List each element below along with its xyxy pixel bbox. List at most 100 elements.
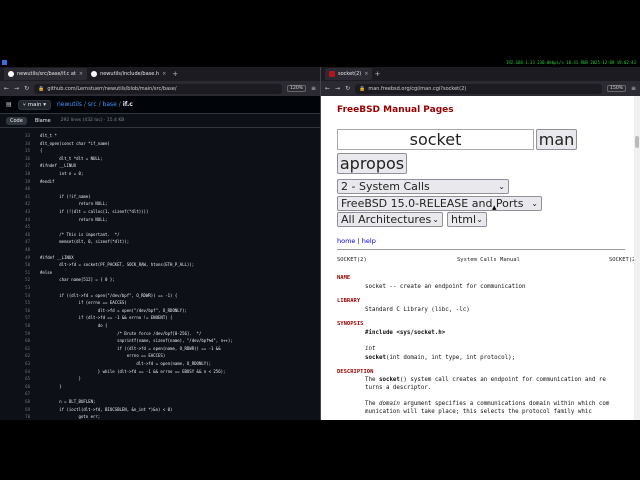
tab-label: socket(2) <box>338 71 362 77</box>
line-number[interactable]: 54 <box>14 292 30 300</box>
branch-selector[interactable]: ⑂ main ▾ <box>17 99 51 110</box>
line-number[interactable]: 66 <box>14 383 30 391</box>
scrollbar-thumb[interactable] <box>635 136 639 148</box>
home-link[interactable]: home <box>337 237 355 245</box>
code-text: return NULL; <box>40 216 108 222</box>
page-title[interactable]: FreeBSD Manual Pages <box>337 105 454 115</box>
blame-tab-button[interactable]: Blame <box>31 117 55 125</box>
line-number[interactable]: 57 <box>14 314 30 322</box>
tab-if-c[interactable]: newutils/src/base/if.c at × <box>4 68 88 80</box>
line-number[interactable]: 58 <box>14 322 30 330</box>
menu-icon[interactable]: ≡ <box>631 85 636 92</box>
man-header-center: System Calls Manual <box>457 257 520 263</box>
zoom-indicator[interactable]: 120% <box>287 85 306 92</box>
line-number[interactable]: 38 <box>14 170 30 178</box>
line-number[interactable]: 56 <box>14 307 30 315</box>
github-icon <box>91 71 98 77</box>
line-number[interactable]: 55 <box>14 299 30 307</box>
new-tab-icon[interactable]: + <box>172 70 178 78</box>
line-number[interactable]: 52 <box>14 276 30 284</box>
format-select[interactable]: html ⌄ <box>447 212 487 227</box>
line-number[interactable]: 62 <box>14 352 30 360</box>
forward-icon[interactable]: → <box>14 85 19 92</box>
back-icon[interactable]: ← <box>4 85 9 92</box>
menu-icon[interactable]: ≡ <box>311 85 316 92</box>
github-browser-window: newutils/src/base/if.c at × newutils/inc… <box>0 67 320 420</box>
section-select[interactable]: 2 - System Calls ⌄ <box>337 179 509 194</box>
line-number[interactable]: 59 <box>14 330 30 338</box>
address-bar[interactable]: 🔒 man.freebsd.org/cgi/man.cgi?socket(2) <box>355 83 603 94</box>
line-number[interactable]: 35 <box>14 147 30 155</box>
back-icon[interactable]: ← <box>325 85 330 92</box>
reload-icon[interactable]: ↻ <box>24 85 29 92</box>
system-top-bar: 192.168.1.33 230.0kbps/s 10.31 RUB 2025-… <box>0 0 640 67</box>
man-button[interactable]: man <box>536 129 577 150</box>
tab-base-h[interactable]: newutils/include/base.h × <box>87 68 170 80</box>
apropos-button[interactable]: apropos <box>337 153 407 174</box>
code-line: 55 if (errno == EACCES) <box>0 299 320 307</box>
arch-select[interactable]: All Architectures ⌄ <box>337 212 443 227</box>
line-number[interactable]: 33 <box>14 132 30 140</box>
help-link[interactable]: help <box>362 237 376 245</box>
workspace-indicator[interactable] <box>2 60 7 65</box>
synopsis-prototype: socket(int domain, int type, int protoco… <box>365 355 516 361</box>
line-number[interactable]: 36 <box>14 155 30 163</box>
line-number[interactable]: 43 <box>14 208 30 216</box>
breadcrumb-src[interactable]: src <box>88 101 97 108</box>
code-tab-button[interactable]: Code <box>6 116 27 125</box>
line-number[interactable]: 44 <box>14 216 30 224</box>
new-tab-icon[interactable]: + <box>374 70 380 78</box>
line-number[interactable]: 37 <box>14 162 30 170</box>
line-number[interactable]: 45 <box>14 223 30 231</box>
line-number[interactable]: 50 <box>14 261 30 269</box>
release-select[interactable]: FreeBSD 15.0-RELEASE and Ports ⌄ <box>337 196 542 211</box>
line-number[interactable]: 34 <box>14 140 30 148</box>
code-line: 33 dlt_t * <box>0 132 320 140</box>
line-number[interactable]: 49 <box>14 254 30 262</box>
tab-socket-2[interactable]: socket(2) × <box>325 68 373 80</box>
code-text: { <box>40 148 43 154</box>
breadcrumb-base[interactable]: base <box>103 101 117 108</box>
code-line: 61 if ((dlt->fd = open(name, O_RDWR)) ==… <box>0 345 320 353</box>
line-number[interactable]: 40 <box>14 185 30 193</box>
code-line: 37 #ifndef __LINUX <box>0 162 320 170</box>
vertical-scrollbar[interactable] <box>634 96 640 420</box>
zoom-indicator[interactable]: 150% <box>607 85 626 92</box>
line-number[interactable]: 51 <box>14 269 30 277</box>
code-line: 52 char name[512] = { 0 }; <box>0 276 320 284</box>
close-icon[interactable]: × <box>364 71 368 77</box>
line-number[interactable]: 63 <box>14 360 30 368</box>
sidebar-toggle-icon[interactable]: ▤ <box>6 101 12 108</box>
line-number[interactable]: 46 <box>14 231 30 239</box>
line-number[interactable]: 61 <box>14 345 30 353</box>
section-description-heading[interactable]: DESCRIPTION <box>337 369 373 375</box>
code-line: 66 } <box>0 383 320 391</box>
close-icon[interactable]: × <box>162 71 166 77</box>
tab-label: newutils/include/base.h <box>100 71 160 77</box>
line-number[interactable]: 69 <box>14 406 30 414</box>
line-number[interactable]: 60 <box>14 337 30 345</box>
line-number[interactable]: 48 <box>14 246 30 254</box>
section-library-heading[interactable]: LIBRARY <box>337 298 360 304</box>
section-synopsis-heading[interactable]: SYNOPSIS <box>337 321 364 327</box>
code-line: 54 if ((dlt->fd = open("/dev/bpf", O_RDW… <box>0 292 320 300</box>
search-input[interactable]: socket <box>337 129 534 150</box>
breadcrumb-repo[interactable]: newutils <box>57 101 82 108</box>
line-number[interactable]: 64 <box>14 368 30 376</box>
line-number[interactable]: 65 <box>14 375 30 383</box>
line-number[interactable]: 68 <box>14 398 30 406</box>
address-bar[interactable]: 🔒 github.com/Lernstuerr/newutils/blob/ma… <box>34 83 283 94</box>
section-name-heading[interactable]: NAME <box>337 275 350 281</box>
line-number[interactable]: 70 <box>14 413 30 420</box>
forward-icon[interactable]: → <box>335 85 340 92</box>
close-icon[interactable]: × <box>79 71 83 77</box>
line-number[interactable]: 53 <box>14 284 30 292</box>
line-number[interactable]: 42 <box>14 200 30 208</box>
line-number[interactable]: 67 <box>14 390 30 398</box>
line-number[interactable]: 39 <box>14 178 30 186</box>
reload-icon[interactable]: ↻ <box>345 85 350 92</box>
code-line: 41 if (!if_name) <box>0 193 320 201</box>
line-number[interactable]: 41 <box>14 193 30 201</box>
line-number[interactable]: 47 <box>14 238 30 246</box>
nav-toolbar: ← → ↻ 🔒 github.com/Lernstuerr/newutils/b… <box>0 81 320 96</box>
